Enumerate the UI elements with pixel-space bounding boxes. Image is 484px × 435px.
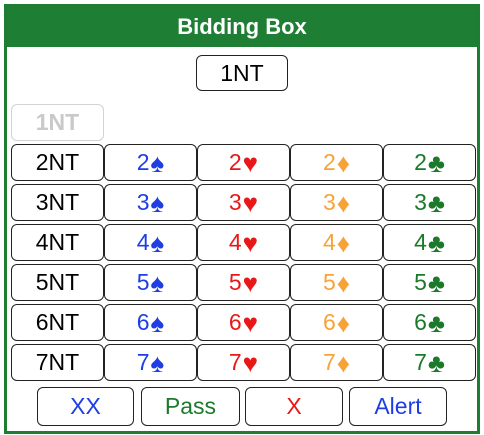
bid-button-7nt[interactable]: 7NT bbox=[11, 344, 104, 381]
last-bid-display: 1NT bbox=[196, 55, 288, 91]
diamond-icon: ♦ bbox=[336, 267, 351, 298]
club-icon: ♣ bbox=[427, 147, 445, 178]
bid-level: 4 bbox=[414, 229, 427, 255]
bid-button-7-hearts[interactable]: 7 ♥ bbox=[197, 344, 290, 381]
bid-button-4-hearts[interactable]: 4 ♥ bbox=[197, 224, 290, 261]
diamond-icon: ♦ bbox=[336, 227, 351, 258]
bidding-box-title: Bidding Box bbox=[7, 7, 477, 47]
spade-icon: ♠ bbox=[150, 347, 165, 378]
bid-level: 7 bbox=[228, 349, 242, 375]
club-icon: ♣ bbox=[427, 347, 445, 378]
bid-level: 2 bbox=[228, 149, 242, 175]
bid-level: 7 bbox=[414, 349, 427, 375]
spade-icon: ♠ bbox=[150, 267, 165, 298]
alert-button[interactable]: Alert bbox=[349, 387, 447, 426]
bid-button-6nt[interactable]: 6NT bbox=[11, 304, 104, 341]
bid-button-4-clubs[interactable]: 4 ♣ bbox=[383, 224, 476, 261]
bid-button-7-clubs[interactable]: 7 ♣ bbox=[383, 344, 476, 381]
bid-level: 5 bbox=[414, 269, 427, 295]
bid-button-4nt[interactable]: 4NT bbox=[11, 224, 104, 261]
bid-button-2-diamonds[interactable]: 2 ♦ bbox=[290, 144, 383, 181]
bid-button-2nt[interactable]: 2NT bbox=[11, 144, 104, 181]
bid-level: 6 bbox=[136, 309, 150, 335]
club-icon: ♣ bbox=[427, 227, 445, 258]
bid-button-3-spades[interactable]: 3 ♠ bbox=[104, 184, 197, 221]
heart-icon: ♥ bbox=[242, 347, 259, 378]
club-icon: ♣ bbox=[427, 267, 445, 298]
bid-button-3-clubs[interactable]: 3 ♣ bbox=[383, 184, 476, 221]
pass-button[interactable]: Pass bbox=[141, 387, 240, 426]
bid-level: 3 bbox=[322, 189, 336, 215]
bid-level: 4 bbox=[136, 229, 150, 255]
bid-button-4-spades[interactable]: 4 ♠ bbox=[104, 224, 197, 261]
heart-icon: ♥ bbox=[242, 307, 259, 338]
bid-button-7-spades[interactable]: 7 ♠ bbox=[104, 344, 197, 381]
bid-level: 2 bbox=[136, 149, 150, 175]
spade-icon: ♠ bbox=[150, 307, 165, 338]
bid-button-1nt-disabled: 1NT bbox=[11, 104, 104, 141]
bid-button-5-clubs[interactable]: 5 ♣ bbox=[383, 264, 476, 301]
bid-button-7-diamonds[interactable]: 7 ♦ bbox=[290, 344, 383, 381]
bidding-box: Bidding Box 1NT 1NT XX Pass X Alert 2NT 2… bbox=[4, 4, 480, 434]
spade-icon: ♠ bbox=[150, 227, 165, 258]
heart-icon: ♥ bbox=[242, 187, 259, 218]
bid-level: 6 bbox=[414, 309, 427, 335]
bid-button-5-spades[interactable]: 5 ♠ bbox=[104, 264, 197, 301]
bid-button-6-diamonds[interactable]: 6 ♦ bbox=[290, 304, 383, 341]
heart-icon: ♥ bbox=[242, 147, 259, 178]
bid-level: 7 bbox=[136, 349, 150, 375]
bid-level: 5 bbox=[136, 269, 150, 295]
diamond-icon: ♦ bbox=[336, 187, 351, 218]
bid-level: 7 bbox=[322, 349, 336, 375]
diamond-icon: ♦ bbox=[336, 147, 351, 178]
bid-level: 4 bbox=[228, 229, 242, 255]
bid-level: 4 bbox=[322, 229, 336, 255]
bid-button-6-spades[interactable]: 6 ♠ bbox=[104, 304, 197, 341]
heart-icon: ♥ bbox=[242, 267, 259, 298]
bid-button-6-hearts[interactable]: 6 ♥ bbox=[197, 304, 290, 341]
bid-level: 5 bbox=[322, 269, 336, 295]
bid-button-3-hearts[interactable]: 3 ♥ bbox=[197, 184, 290, 221]
bid-button-5nt[interactable]: 5NT bbox=[11, 264, 104, 301]
redouble-button[interactable]: XX bbox=[37, 387, 134, 426]
spade-icon: ♠ bbox=[150, 147, 165, 178]
bid-button-5-diamonds[interactable]: 5 ♦ bbox=[290, 264, 383, 301]
diamond-icon: ♦ bbox=[336, 307, 351, 338]
bid-level: 2 bbox=[322, 149, 336, 175]
bid-level: 3 bbox=[228, 189, 242, 215]
bid-button-3nt[interactable]: 3NT bbox=[11, 184, 104, 221]
club-icon: ♣ bbox=[427, 187, 445, 218]
bid-button-5-hearts[interactable]: 5 ♥ bbox=[197, 264, 290, 301]
spade-icon: ♠ bbox=[150, 187, 165, 218]
diamond-icon: ♦ bbox=[336, 347, 351, 378]
bid-level: 2 bbox=[414, 149, 427, 175]
bid-level: 5 bbox=[228, 269, 242, 295]
bid-button-2-hearts[interactable]: 2 ♥ bbox=[197, 144, 290, 181]
bid-button-2-spades[interactable]: 2 ♠ bbox=[104, 144, 197, 181]
bid-level: 6 bbox=[228, 309, 242, 335]
bid-button-4-diamonds[interactable]: 4 ♦ bbox=[290, 224, 383, 261]
bid-button-2-clubs[interactable]: 2 ♣ bbox=[383, 144, 476, 181]
double-button[interactable]: X bbox=[245, 387, 343, 426]
heart-icon: ♥ bbox=[242, 227, 259, 258]
club-icon: ♣ bbox=[427, 307, 445, 338]
bid-level: 3 bbox=[136, 189, 150, 215]
bid-button-3-diamonds[interactable]: 3 ♦ bbox=[290, 184, 383, 221]
bid-button-6-clubs[interactable]: 6 ♣ bbox=[383, 304, 476, 341]
bid-level: 3 bbox=[414, 189, 427, 215]
bid-level: 6 bbox=[322, 309, 336, 335]
